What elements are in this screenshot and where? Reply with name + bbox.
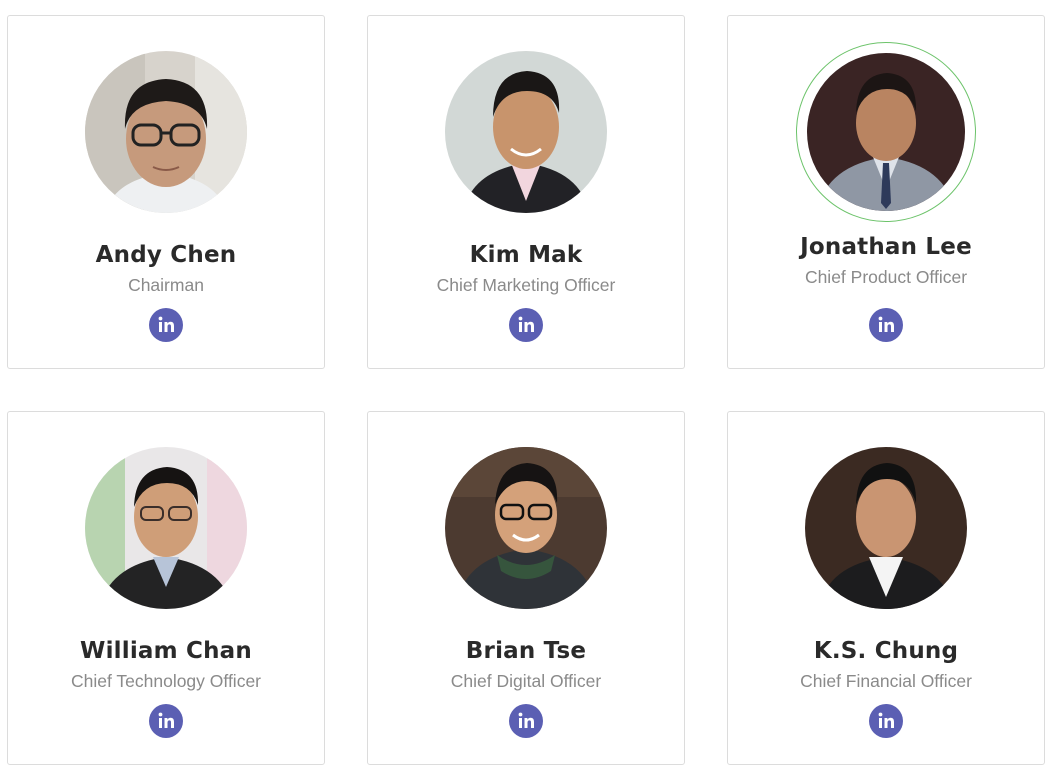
linkedin-icon xyxy=(518,316,534,332)
linkedin-icon xyxy=(878,712,894,728)
avatar-photo xyxy=(445,51,607,213)
member-name: Jonathan Lee xyxy=(800,234,972,260)
avatar-photo xyxy=(805,447,967,609)
portrait-image xyxy=(805,447,967,609)
member-name: William Chan xyxy=(80,638,252,664)
linkedin-icon xyxy=(158,712,174,728)
member-role: Chief Product Officer xyxy=(804,267,968,287)
linkedin-button[interactable] xyxy=(869,704,903,738)
team-card: Jonathan Lee Chief Product Officer xyxy=(727,15,1045,369)
portrait-image xyxy=(445,447,607,609)
linkedin-button[interactable] xyxy=(509,704,543,738)
linkedin-button[interactable] xyxy=(149,308,183,342)
linkedin-button[interactable] xyxy=(509,308,543,342)
member-name: K.S. Chung xyxy=(813,638,959,664)
linkedin-icon xyxy=(878,316,894,332)
member-role: Chief Digital Officer xyxy=(450,671,602,691)
member-role: Chief Marketing Officer xyxy=(436,275,616,295)
member-name: Andy Chen xyxy=(95,242,237,268)
portrait-image xyxy=(807,53,965,211)
portrait-image xyxy=(85,447,247,609)
team-grid: Andy Chen Chairman Kim Mak Chief Marketi… xyxy=(0,0,1056,779)
team-card: William Chan Chief Technology Officer xyxy=(7,411,325,765)
avatar-photo xyxy=(85,447,247,609)
member-name: Kim Mak xyxy=(469,242,583,268)
team-card: K.S. Chung Chief Financial Officer xyxy=(727,411,1045,765)
team-card: Andy Chen Chairman xyxy=(7,15,325,369)
member-role: Chief Financial Officer xyxy=(800,671,972,691)
team-card: Kim Mak Chief Marketing Officer xyxy=(367,15,685,369)
linkedin-icon xyxy=(518,712,534,728)
avatar-photo xyxy=(85,51,247,213)
avatar-photo xyxy=(445,447,607,609)
avatar-photo xyxy=(807,53,965,211)
team-card: Brian Tse Chief Digital Officer xyxy=(367,411,685,765)
linkedin-button[interactable] xyxy=(869,308,903,342)
member-role: Chief Technology Officer xyxy=(70,671,261,691)
linkedin-button[interactable] xyxy=(149,704,183,738)
portrait-image xyxy=(445,51,607,213)
member-name: Brian Tse xyxy=(465,638,587,664)
portrait-image xyxy=(85,51,247,213)
member-role: Chairman xyxy=(128,275,204,295)
linkedin-icon xyxy=(158,316,174,332)
